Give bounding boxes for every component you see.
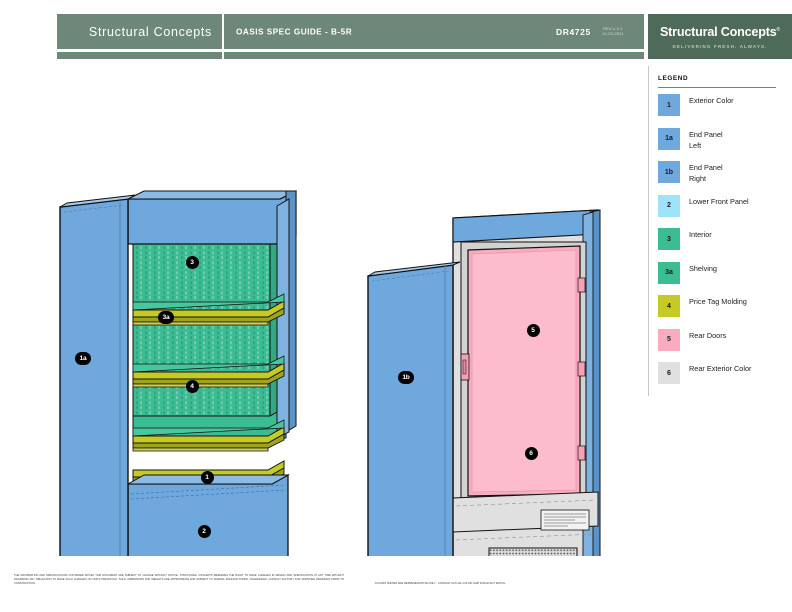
legend-swatch-2: 2 bbox=[658, 194, 680, 217]
page-footer: THE INFORMATION AND SPECIFICATIONS CONTA… bbox=[0, 572, 792, 612]
revision-code: REV-1.0.1 bbox=[603, 25, 623, 31]
spec-sheet-page: Structural Concepts OASIS SPEC GUIDE - B… bbox=[0, 0, 792, 612]
legend-label-3: Interior bbox=[689, 230, 712, 239]
company-logo: Structural Concepts® DELIVERING FRESH. A… bbox=[648, 14, 792, 59]
logo-tagline: DELIVERING FRESH. ALWAYS. bbox=[672, 44, 768, 49]
header-accent-strip-right bbox=[224, 52, 644, 59]
legend-label-3a: Shelving bbox=[689, 263, 717, 273]
legend-label-1: Exterior Color bbox=[689, 96, 734, 105]
callout-front-2: 2 bbox=[197, 524, 211, 538]
legend-item-3: 3 Interior bbox=[658, 228, 789, 255]
legend-label-1a: End Panel Left bbox=[689, 129, 723, 150]
callout-front-3: 3 bbox=[185, 255, 199, 269]
legend-title: LEGEND bbox=[658, 75, 689, 82]
legend-item-5: 5 Rear Doors bbox=[658, 328, 789, 356]
legend-divider bbox=[658, 87, 776, 88]
legend-item-2: 2 Lower Front Panel bbox=[658, 194, 789, 222]
legend-label-6: Rear Exterior Color bbox=[689, 364, 752, 373]
legend-item-4: 4 Price Tag Molding bbox=[658, 295, 789, 322]
registered-trademark-icon: ® bbox=[776, 26, 781, 33]
legend-swatch-1: 1 bbox=[658, 94, 680, 116]
footer-disclaimer: THE INFORMATION AND SPECIFICATIONS CONTA… bbox=[14, 574, 344, 586]
header-info-bar: OASIS SPEC GUIDE - B-5R DR4725 REV-1.0.1… bbox=[224, 14, 644, 49]
legend-item-6: 6 Rear Exterior Color bbox=[658, 362, 789, 389]
legend-item-1a: 1a End Panel Left bbox=[658, 127, 789, 155]
revision-block: REV-1.0.1 10-25-2021 bbox=[602, 26, 624, 38]
legend-item-1: 1 Exterior Color bbox=[658, 94, 789, 121]
callout-front-4: 4 bbox=[185, 379, 199, 393]
drawing-canvas: 1a 3 3a 4 1 2 1b 5 6 bbox=[0, 66, 648, 556]
legend-swatch-5: 5 bbox=[658, 328, 680, 351]
document-number: DR4725 bbox=[556, 26, 591, 37]
legend-label-2: Lower Front Panel bbox=[689, 196, 749, 206]
logo-wordmark: Structural Concepts® bbox=[648, 25, 792, 39]
footer-color-note: COLORS SHOWN ARE REPRESENTATIVE ONLY - C… bbox=[374, 582, 506, 585]
callout-front-1a: 1a bbox=[75, 351, 91, 365]
legend-label-1b: End Panel Right bbox=[689, 163, 723, 183]
header-brand-title: Structural Concepts bbox=[88, 24, 212, 39]
callout-front-1: 1 bbox=[200, 470, 214, 484]
spec-guide-label: OASIS SPEC GUIDE - B-5R bbox=[236, 27, 353, 36]
header-brand-bar: Structural Concepts bbox=[57, 14, 222, 49]
legend-swatch-1b: 1b bbox=[658, 161, 680, 183]
callout-rear-1b: 1b bbox=[398, 370, 414, 384]
legend-swatch-6: 6 bbox=[658, 362, 680, 384]
legend-item-1b: 1b End Panel Right bbox=[658, 161, 789, 188]
legend-label-5: Rear Doors bbox=[689, 330, 727, 340]
legend-item-3a: 3a Shelving bbox=[658, 261, 789, 289]
legend-panel: LEGEND 1 Exterior Color 1a End Panel Left 1b… bbox=[648, 66, 792, 396]
legend-swatch-3: 3 bbox=[658, 228, 680, 250]
legend-label-4: Price Tag Molding bbox=[689, 297, 747, 306]
legend-swatch-3a: 3a bbox=[658, 261, 680, 284]
logo-text: Structural Concepts bbox=[659, 25, 777, 39]
front-view-drawing bbox=[59, 190, 297, 556]
revision-date: 10-25-2021 bbox=[602, 31, 624, 37]
legend-swatch-1a: 1a bbox=[658, 127, 680, 150]
header-accent-strip-left bbox=[57, 52, 222, 59]
legend-list: 1 Exterior Color 1a End Panel Left 1b End Pan… bbox=[658, 94, 789, 396]
legend-swatch-4: 4 bbox=[658, 295, 680, 317]
callout-front-3a: 3a bbox=[158, 310, 174, 324]
callout-rear-5: 5 bbox=[526, 323, 540, 337]
callout-rear-6: 6 bbox=[524, 446, 538, 460]
